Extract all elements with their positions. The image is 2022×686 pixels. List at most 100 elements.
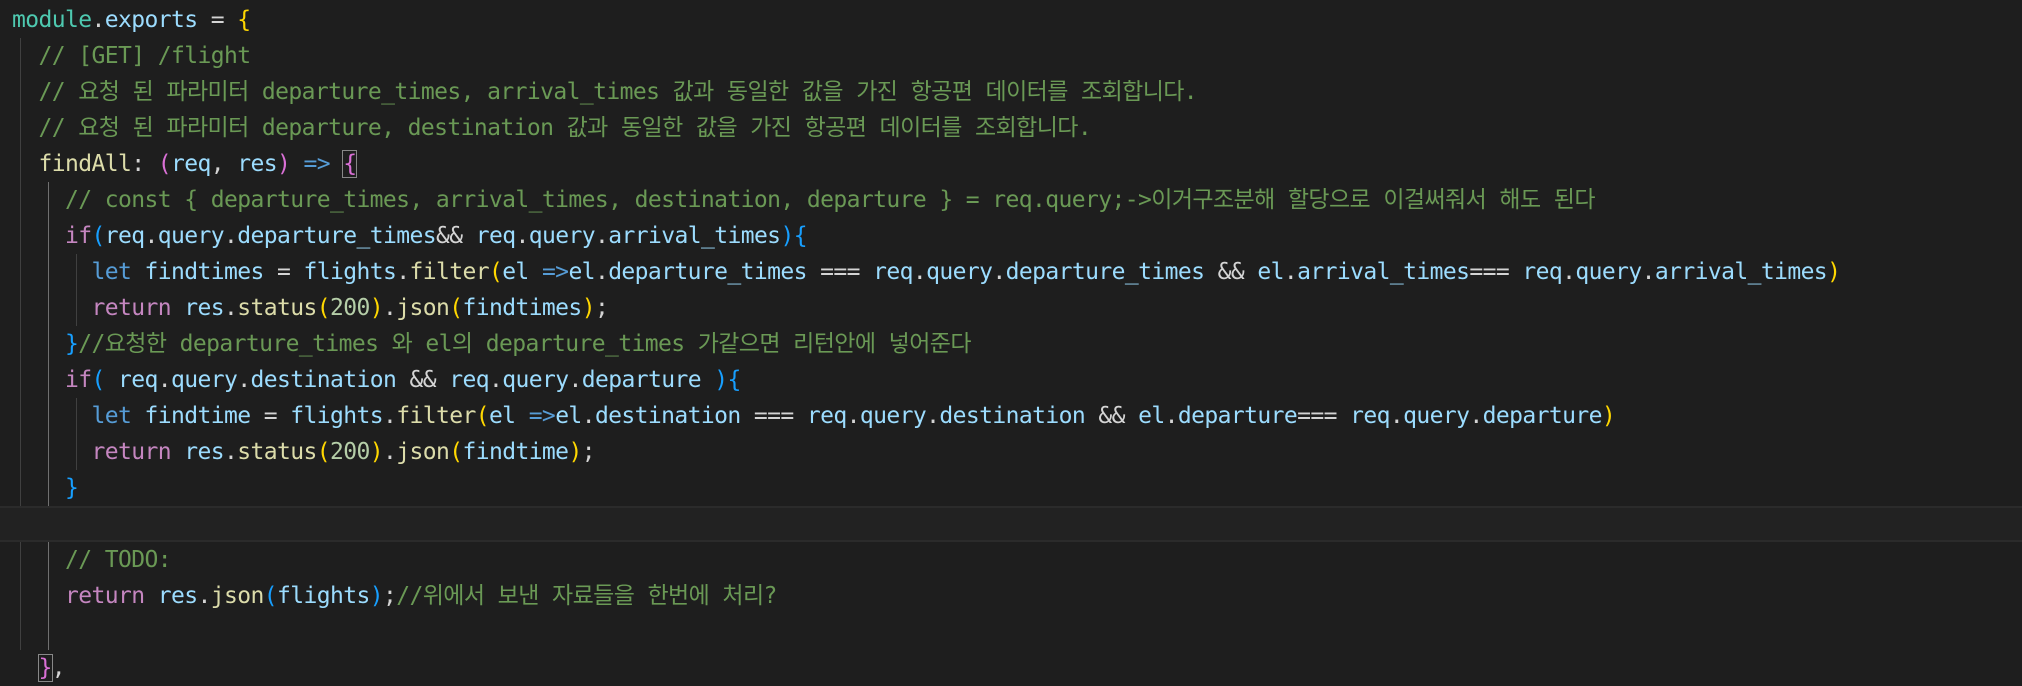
code-token: return [91,295,171,321]
code-token: query [528,223,596,249]
code-line[interactable]: // TODO: [0,542,2022,578]
code-token: departure [581,367,702,393]
code-line[interactable]: } [0,470,2022,506]
code-token: { [237,7,251,33]
code-line[interactable]: // [GET] /flight [0,38,2022,74]
code-token: } [65,475,79,501]
code-token: { [727,367,741,393]
code-token: . [1562,259,1576,285]
code-token: === [806,259,874,285]
code-token: departure [1482,403,1603,429]
code-token: return [91,439,171,465]
code-token: && [435,223,476,249]
code-token: json [210,583,265,609]
code-token: ) [780,223,794,249]
code-token: el [502,259,529,285]
code-token: findtime [462,439,569,465]
code-token: el [555,403,582,429]
code-token: res [184,295,224,321]
code-token: . [91,7,105,33]
code-line[interactable]: // 요청 된 파라미터 departure_times, arrival_ti… [0,74,2022,110]
code-line[interactable]: let findtimes = flights.filter(el =>el.d… [0,254,2022,290]
code-token: ( [449,295,463,321]
code-token: === [1469,259,1523,285]
code-token: ) [369,439,384,465]
code-editor[interactable]: module.exports = { // [GET] /flight // 요… [0,0,2022,686]
code-token: json [396,439,450,465]
code-line[interactable]: if( req.query.destination && req.query.d… [0,362,2022,398]
code-token: => [541,259,569,285]
current-code-line[interactable] [0,506,2022,542]
code-token: query [502,367,569,393]
code-token: . [1283,259,1298,285]
code-token: ( [316,439,331,465]
code-token: filter [409,259,489,285]
code-token: status [237,439,317,465]
code-token: query [157,223,225,249]
code-token: ( [449,439,463,465]
code-token: let [91,259,132,285]
code-token: === [740,403,807,429]
code-line[interactable]: module.exports = { [0,2,2022,38]
code-token: el [1257,259,1284,285]
code-token: { [793,223,808,249]
code-token: destination [250,367,397,393]
code-line[interactable]: }//요청한 departure_times 와 el의 departure_t… [0,326,2022,362]
code-line[interactable]: return res.status(200).json(findtimes); [0,290,2022,326]
code-token: return [65,583,145,609]
code-line[interactable]: let findtime = flights.filter(el =>el.de… [0,398,2022,434]
code-token: req [1522,259,1563,285]
code-token: json [396,295,450,321]
code-token: destination [594,403,741,429]
code-token: module [12,7,92,33]
code-token: . [488,367,503,393]
code-token: . [223,295,238,321]
code-token: flights [276,583,370,609]
code-token: arrival_times [1297,259,1470,285]
code-token: departure_times [1005,259,1205,285]
code-token: status [237,295,317,321]
code-token: . [581,403,596,429]
code-token: findtimes [462,295,582,321]
code-token: findtime [144,403,251,429]
code-token: ) [1601,403,1616,429]
code-token: res [184,439,224,465]
code-line[interactable]: // 요청 된 파라미터 departure, destination 값과 동… [0,110,2022,146]
code-line[interactable]: }, [0,650,2022,686]
code-token: el [488,403,516,429]
code-token: { [342,150,358,178]
code-token: } [37,654,53,682]
code-token: req [118,367,158,393]
code-line[interactable]: return res.status(200).json(findtime); [0,434,2022,470]
code-token: , [210,151,238,177]
code-token: req [475,223,516,249]
code-token: departure [1177,403,1298,429]
code-token: && [1085,403,1139,429]
code-token: ) [369,583,384,609]
code-token: = [197,7,238,33]
code-line[interactable]: // const { departure_times, arrival_time… [0,182,2022,218]
code-token: . [594,223,609,249]
code-line[interactable]: findAll: (req, res) => { [0,146,2022,182]
code-token: ( [91,367,106,393]
code-token: . [515,223,529,249]
code-token: } [65,331,79,357]
code-line[interactable]: if(req.query.departure_times&& req.query… [0,218,2022,254]
code-token: = [250,403,291,429]
code-line[interactable] [0,614,2022,650]
code-line[interactable]: return res.json(flights);//위에서 보낸 자료들을 한… [0,578,2022,614]
code-token: // const { departure_times, arrival_time… [65,187,1596,213]
code-token: if [65,367,92,393]
code-token: flights [290,403,383,429]
